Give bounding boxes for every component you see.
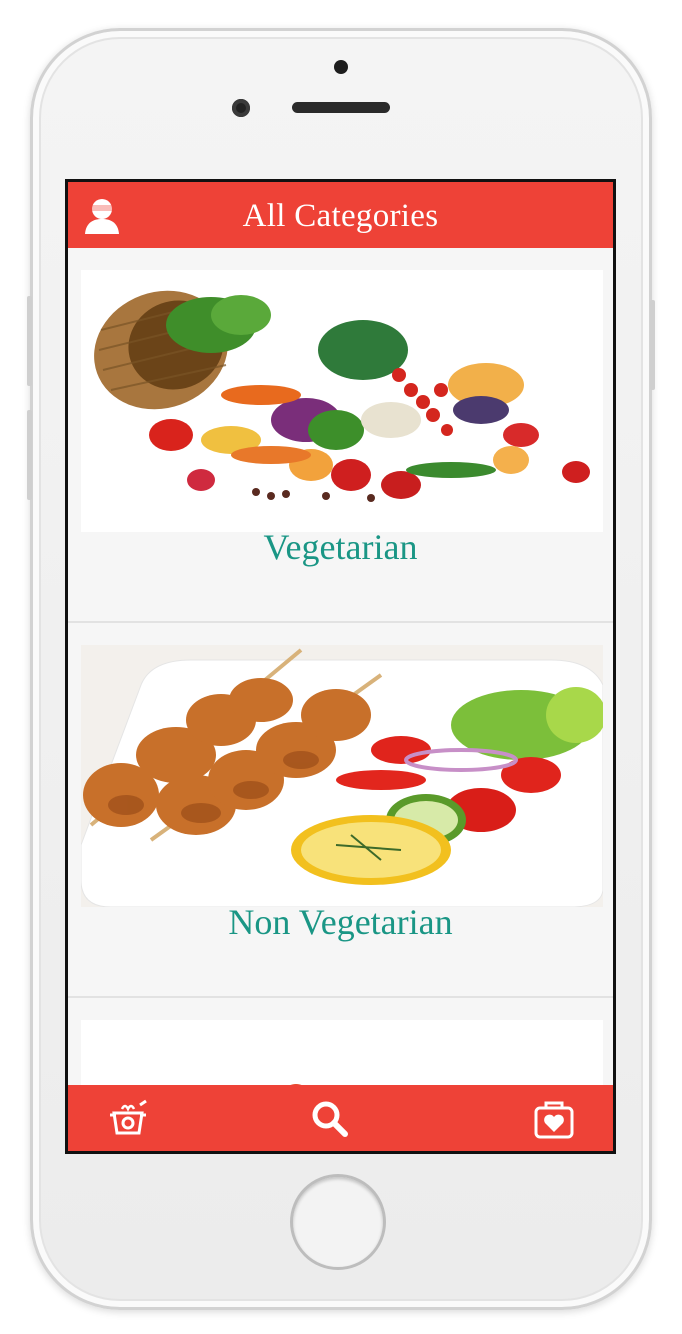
phone-side-button	[650, 300, 655, 390]
phone-front-camera	[232, 99, 250, 117]
bottom-nav	[68, 1085, 613, 1151]
phone-side-button	[27, 296, 32, 386]
app-header: All Categories	[68, 182, 613, 248]
category-list: Vegetarian Non Vegetarian	[68, 248, 613, 1085]
chicken-skewers-image	[81, 645, 603, 907]
category-card-partial[interactable]	[68, 998, 613, 1085]
favorites-bag-icon[interactable]	[532, 1097, 576, 1141]
phone-home-button[interactable]	[290, 1174, 386, 1270]
app-screen: All Categories Vegetarian Non Vegetarian	[65, 179, 616, 1154]
category-label: Non Vegetarian	[228, 902, 453, 942]
vegetables-basket-image	[81, 270, 603, 532]
phone-side-button	[27, 410, 32, 500]
cooking-pot-icon[interactable]	[106, 1097, 150, 1141]
search-icon[interactable]	[308, 1097, 352, 1141]
category-card-vegetarian[interactable]: Vegetarian	[68, 248, 613, 623]
page-title: All Categories	[242, 198, 439, 234]
phone-earpiece	[292, 102, 390, 113]
category-card-non-vegetarian[interactable]: Non Vegetarian	[68, 623, 613, 998]
category-image-partial	[81, 1020, 603, 1085]
phone-sensor	[334, 60, 348, 74]
category-label: Vegetarian	[263, 527, 418, 567]
